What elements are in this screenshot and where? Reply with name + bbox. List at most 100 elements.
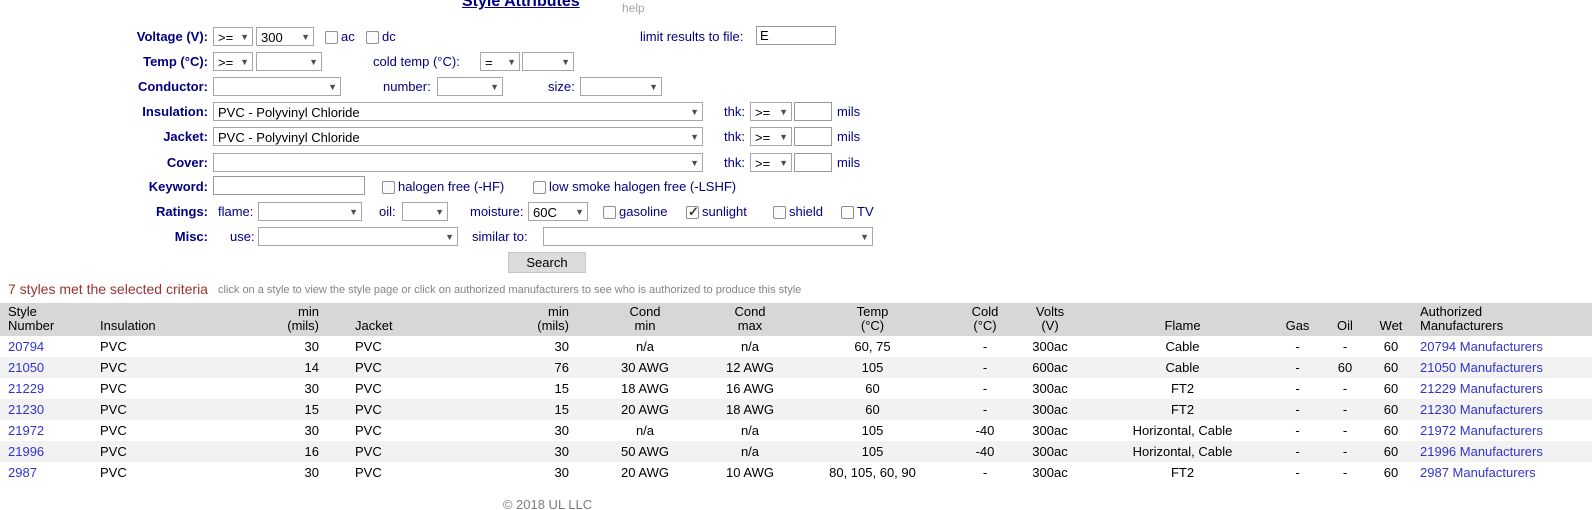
copyright-text: © 2018 UL LLC: [0, 497, 1095, 510]
oil-label: oil:: [379, 204, 396, 219]
cell-flame: FT2: [1090, 399, 1275, 420]
sunlight-checkbox[interactable]: [686, 206, 699, 219]
conductor-select[interactable]: ▼: [213, 77, 341, 96]
cover-select[interactable]: ▼: [213, 153, 703, 172]
gasoline-label: gasoline: [619, 204, 667, 219]
manufacturers-link[interactable]: 21972 Manufacturers: [1420, 423, 1543, 438]
insulation-select[interactable]: PVC - Polyvinyl Chloride▼: [213, 102, 703, 121]
manufacturers-link[interactable]: 2987 Manufacturers: [1420, 465, 1536, 480]
cell-temp: 60, 75: [785, 336, 960, 357]
manufacturers-link[interactable]: 21229 Manufacturers: [1420, 381, 1543, 396]
flame-select[interactable]: ▼: [258, 202, 362, 221]
chevron-down-icon: ▼: [575, 207, 584, 217]
insulation-thk-label: thk:: [724, 104, 745, 119]
style-number-link[interactable]: 21972: [8, 423, 44, 438]
cell-oil: -: [1320, 399, 1370, 420]
moisture-select[interactable]: 60C▼: [528, 202, 588, 221]
size-select[interactable]: ▼: [580, 77, 662, 96]
column-header-style-number: StyleNumber: [0, 303, 95, 336]
cell-style-number: 21229: [0, 378, 95, 399]
use-select[interactable]: ▼: [258, 227, 458, 246]
jacket-thk-input[interactable]: [794, 127, 832, 146]
help-link[interactable]: help: [622, 1, 645, 15]
cell-jacket: PVC: [325, 357, 505, 378]
cover-thk-op-select[interactable]: >=▼: [750, 153, 792, 172]
temp-op-select[interactable]: >=▼: [213, 52, 253, 71]
ac-checkbox[interactable]: [325, 31, 338, 44]
style-number-link[interactable]: 20794: [8, 339, 44, 354]
cell-volts: 300ac: [1010, 336, 1090, 357]
cover-thk-input[interactable]: [794, 153, 832, 172]
number-select[interactable]: ▼: [437, 77, 503, 96]
flame-label: flame:: [218, 204, 253, 219]
halogen-free-checkbox[interactable]: [382, 181, 395, 194]
chevron-down-icon: ▼: [445, 232, 454, 242]
chevron-down-icon: ▼: [779, 107, 788, 117]
limit-results-input[interactable]: [756, 26, 836, 45]
jacket-thk-op-select[interactable]: >=▼: [750, 127, 792, 146]
manufacturers-link[interactable]: 20794 Manufacturers: [1420, 339, 1543, 354]
column-header-cond-max: Condmax: [715, 303, 785, 336]
similar-to-label: similar to:: [472, 229, 528, 244]
voltage-op-select[interactable]: >=▼: [213, 27, 253, 46]
column-header-oil: Oil: [1320, 303, 1370, 336]
column-header-min-mils-insulation: min(mils): [250, 303, 325, 336]
manufacturers-link[interactable]: 21230 Manufacturers: [1420, 402, 1543, 417]
sunlight-label: sunlight: [702, 204, 747, 219]
cell-gas: -: [1275, 378, 1320, 399]
table-row: 21230 PVC 15 PVC 15 20 AWG 18 AWG 60 - 3…: [0, 399, 1592, 420]
search-button[interactable]: Search: [508, 252, 586, 273]
style-number-link[interactable]: 21229: [8, 381, 44, 396]
low-smoke-halogen-free-checkbox[interactable]: [533, 181, 546, 194]
cold-temp-value-select[interactable]: ▼: [522, 52, 574, 71]
cell-wet: 60: [1370, 420, 1412, 441]
cold-temp-op-select[interactable]: =▼: [480, 52, 520, 71]
insulation-thk-op-select[interactable]: >=▼: [750, 102, 792, 121]
cell-volts: 600ac: [1010, 357, 1090, 378]
cell-jacket: PVC: [325, 378, 505, 399]
dc-checkbox[interactable]: [366, 31, 379, 44]
cell-temp: 105: [785, 441, 960, 462]
cell-cond-min: n/a: [575, 420, 715, 441]
jacket-mils-label: mils: [837, 129, 860, 144]
cell-insulation: PVC: [95, 441, 250, 462]
ac-label: ac: [341, 29, 355, 44]
cell-insulation: PVC: [95, 357, 250, 378]
chevron-down-icon: ▼: [561, 57, 570, 67]
style-number-link[interactable]: 21230: [8, 402, 44, 417]
oil-select[interactable]: ▼: [402, 202, 448, 221]
style-number-link[interactable]: 2987: [8, 465, 37, 480]
cell-jacket: PVC: [325, 441, 505, 462]
cell-gas: -: [1275, 336, 1320, 357]
cell-min-mils-insulation: 14: [250, 357, 325, 378]
page-title[interactable]: Style Attributes: [462, 0, 580, 11]
cell-volts: 300ac: [1010, 399, 1090, 420]
cell-wet: 60: [1370, 441, 1412, 462]
voltage-value-select[interactable]: 300▼: [256, 27, 314, 46]
cell-manufacturers: 21996 Manufacturers: [1412, 441, 1592, 462]
tv-checkbox[interactable]: [841, 206, 854, 219]
shield-checkbox[interactable]: [773, 206, 786, 219]
cell-temp: 105: [785, 420, 960, 441]
jacket-select[interactable]: PVC - Polyvinyl Chloride▼: [213, 127, 703, 146]
cell-wet: 60: [1370, 378, 1412, 399]
cell-jacket: PVC: [325, 399, 505, 420]
cell-cold: -: [960, 399, 1010, 420]
temp-value-select[interactable]: ▼: [256, 52, 322, 71]
style-number-link[interactable]: 21996: [8, 444, 44, 459]
cell-manufacturers: 21229 Manufacturers: [1412, 378, 1592, 399]
manufacturers-link[interactable]: 21050 Manufacturers: [1420, 360, 1543, 375]
gasoline-checkbox[interactable]: [603, 206, 616, 219]
cell-cond-min: 30 AWG: [575, 357, 715, 378]
style-number-link[interactable]: 21050: [8, 360, 44, 375]
keyword-input[interactable]: [213, 176, 365, 195]
cell-wet: 60: [1370, 462, 1412, 483]
results-table-body: 20794 PVC 30 PVC 30 n/a n/a 60, 75 - 300…: [0, 336, 1592, 483]
chevron-down-icon: ▼: [240, 32, 249, 42]
manufacturers-link[interactable]: 21996 Manufacturers: [1420, 444, 1543, 459]
column-header-gas: Gas: [1275, 303, 1320, 336]
similar-to-select[interactable]: ▼: [543, 227, 873, 246]
column-header-wet: Wet: [1370, 303, 1412, 336]
insulation-thk-input[interactable]: [794, 102, 832, 121]
chevron-down-icon: ▼: [435, 207, 444, 217]
